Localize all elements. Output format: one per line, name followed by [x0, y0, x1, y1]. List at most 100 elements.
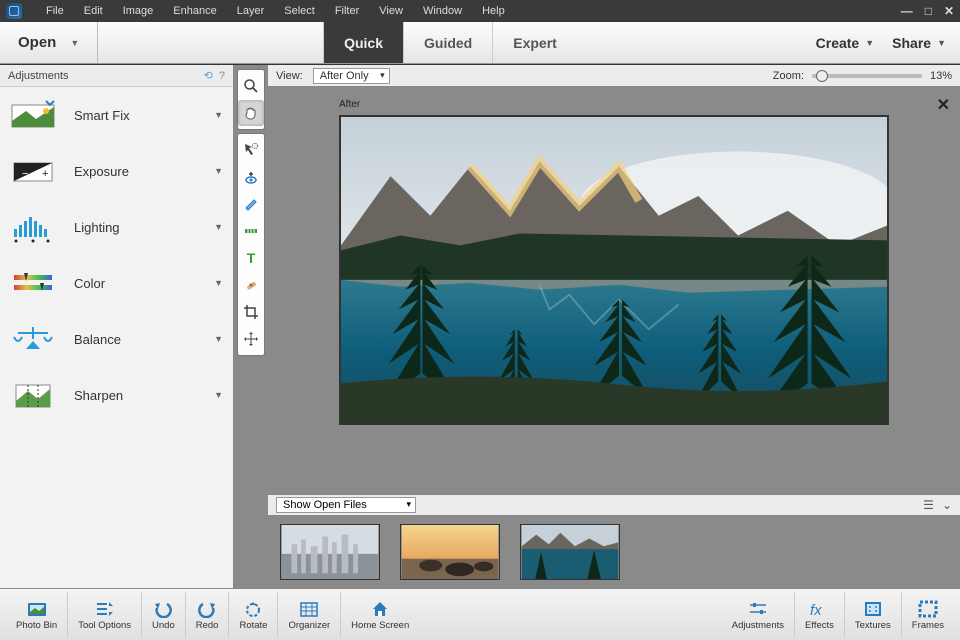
zoom-label: Zoom:: [773, 70, 804, 82]
menu-layer[interactable]: Layer: [227, 1, 275, 21]
menu-select[interactable]: Select: [274, 1, 325, 21]
thumbnail-1[interactable]: [280, 524, 380, 580]
svg-text:T: T: [247, 250, 256, 266]
main-image: [339, 115, 889, 425]
button-label: Photo Bin: [16, 620, 57, 631]
color-icon: [10, 267, 56, 299]
menu-image[interactable]: Image: [113, 1, 164, 21]
maximize-button[interactable]: □: [925, 4, 932, 18]
svg-text:+: +: [42, 168, 48, 180]
canvas[interactable]: ✕ After: [268, 87, 960, 494]
chevron-down-icon: ▼: [70, 38, 79, 48]
rotate-button[interactable]: Rotate: [229, 592, 278, 638]
chevron-down-icon: ▼: [214, 222, 223, 232]
bin-collapse-icon[interactable]: ⌄: [942, 498, 952, 512]
canvas-area: View: After Only Zoom: 13% ✕ After: [268, 65, 960, 588]
panel-title: Adjustments: [8, 70, 69, 82]
menu-help[interactable]: Help: [472, 1, 515, 21]
balance-icon: [10, 323, 56, 355]
close-image-button[interactable]: ✕: [937, 95, 950, 115]
button-label: Frames: [912, 620, 944, 631]
whiten-tool[interactable]: [238, 191, 264, 217]
thumbnail-3[interactable]: [520, 524, 620, 580]
app-icon: [6, 3, 22, 19]
move-tool[interactable]: [238, 326, 264, 352]
zoom-slider[interactable]: [812, 74, 922, 78]
canvas-toolbar: View: After Only Zoom: 13%: [268, 65, 960, 87]
menu-enhance[interactable]: Enhance: [163, 1, 226, 21]
menu-file[interactable]: File: [36, 1, 74, 21]
quick-select-tool[interactable]: [238, 137, 264, 163]
smartfix-icon: [10, 99, 56, 131]
close-button[interactable]: ✕: [944, 4, 954, 18]
tab-quick[interactable]: Quick: [323, 22, 403, 63]
button-label: Rotate: [239, 620, 267, 631]
effects-button[interactable]: fxEffects: [795, 592, 845, 638]
lighting-icon: [10, 211, 56, 243]
photo-bin-bar: Show Open Files ☰ ⌄: [268, 494, 960, 516]
adjustment-label: Sharpen: [74, 388, 214, 403]
adjustment-sharpen[interactable]: Sharpen▼: [0, 367, 233, 423]
adjustments-panel: Adjustments ⟲ ? Smart Fix▼−+Exposure▼Lig…: [0, 65, 234, 588]
button-label: Tool Options: [78, 620, 131, 631]
effects-icon: fx: [808, 598, 830, 620]
redeye-tool[interactable]: [238, 164, 264, 190]
view-label: View:: [276, 70, 303, 82]
adjustment-label: Exposure: [74, 164, 214, 179]
image-label: After: [339, 99, 360, 110]
crop-tool[interactable]: [238, 299, 264, 325]
menu-filter[interactable]: Filter: [325, 1, 369, 21]
bin-select[interactable]: Show Open Files: [276, 497, 416, 513]
button-label: Textures: [855, 620, 891, 631]
sharpen-icon: [10, 379, 56, 411]
help-icon[interactable]: ?: [219, 70, 225, 82]
menu-view[interactable]: View: [369, 1, 413, 21]
photo-bin: [268, 516, 960, 588]
organizer-icon: [299, 598, 319, 620]
adjustment-smartfix[interactable]: Smart Fix▼: [0, 87, 233, 143]
frames-icon: [918, 598, 938, 620]
share-button[interactable]: Share▼: [892, 35, 946, 51]
svg-text:−: −: [22, 168, 28, 180]
hand-tool[interactable]: [238, 100, 264, 126]
organizer-button[interactable]: Organizer: [278, 592, 341, 638]
view-select[interactable]: After Only: [313, 68, 390, 84]
healing-tool[interactable]: [238, 272, 264, 298]
mode-bar: Open ▼ Quick Guided Expert Create▼ Share…: [0, 22, 960, 64]
create-button[interactable]: Create▼: [816, 35, 875, 51]
homescreen-button[interactable]: Home Screen: [341, 592, 419, 638]
panel-header: Adjustments ⟲ ?: [0, 65, 233, 87]
photobin-button[interactable]: Photo Bin: [6, 592, 68, 638]
zoom-tool[interactable]: [238, 73, 264, 99]
button-label: Redo: [196, 620, 219, 631]
adjustments-button[interactable]: Adjustments: [722, 592, 795, 638]
redo-button[interactable]: Redo: [186, 592, 230, 638]
bottom-toolbar: Photo Bin Tool Options Undo Redo Rotate Organ…: [0, 588, 960, 640]
menu-edit[interactable]: Edit: [74, 1, 113, 21]
open-button[interactable]: Open ▼: [0, 22, 98, 63]
thumbnail-2[interactable]: [400, 524, 500, 580]
text-tool[interactable]: T: [238, 245, 264, 271]
reset-icon[interactable]: ⟲: [204, 69, 213, 82]
chevron-down-icon: ▼: [214, 390, 223, 400]
minimize-button[interactable]: —: [901, 4, 913, 18]
menu-window[interactable]: Window: [413, 1, 472, 21]
textures-button[interactable]: Textures: [845, 592, 902, 638]
adjustment-balance[interactable]: Balance▼: [0, 311, 233, 367]
redo-icon: [197, 598, 217, 620]
adjustment-lighting[interactable]: Lighting▼: [0, 199, 233, 255]
button-label: Home Screen: [351, 620, 409, 631]
button-label: Organizer: [288, 620, 330, 631]
adjustment-color[interactable]: Color▼: [0, 255, 233, 311]
undo-button[interactable]: Undo: [142, 592, 186, 638]
straighten-tool[interactable]: [238, 218, 264, 244]
frames-button[interactable]: Frames: [902, 592, 954, 638]
tooloptions-button[interactable]: Tool Options: [68, 592, 142, 638]
adjustment-label: Color: [74, 276, 214, 291]
tab-guided[interactable]: Guided: [403, 22, 492, 63]
bin-menu-icon[interactable]: ☰: [923, 498, 934, 512]
adjustment-exposure[interactable]: −+Exposure▼: [0, 143, 233, 199]
tab-expert[interactable]: Expert: [492, 22, 577, 63]
adjustment-label: Balance: [74, 332, 214, 347]
adjustment-label: Lighting: [74, 220, 214, 235]
